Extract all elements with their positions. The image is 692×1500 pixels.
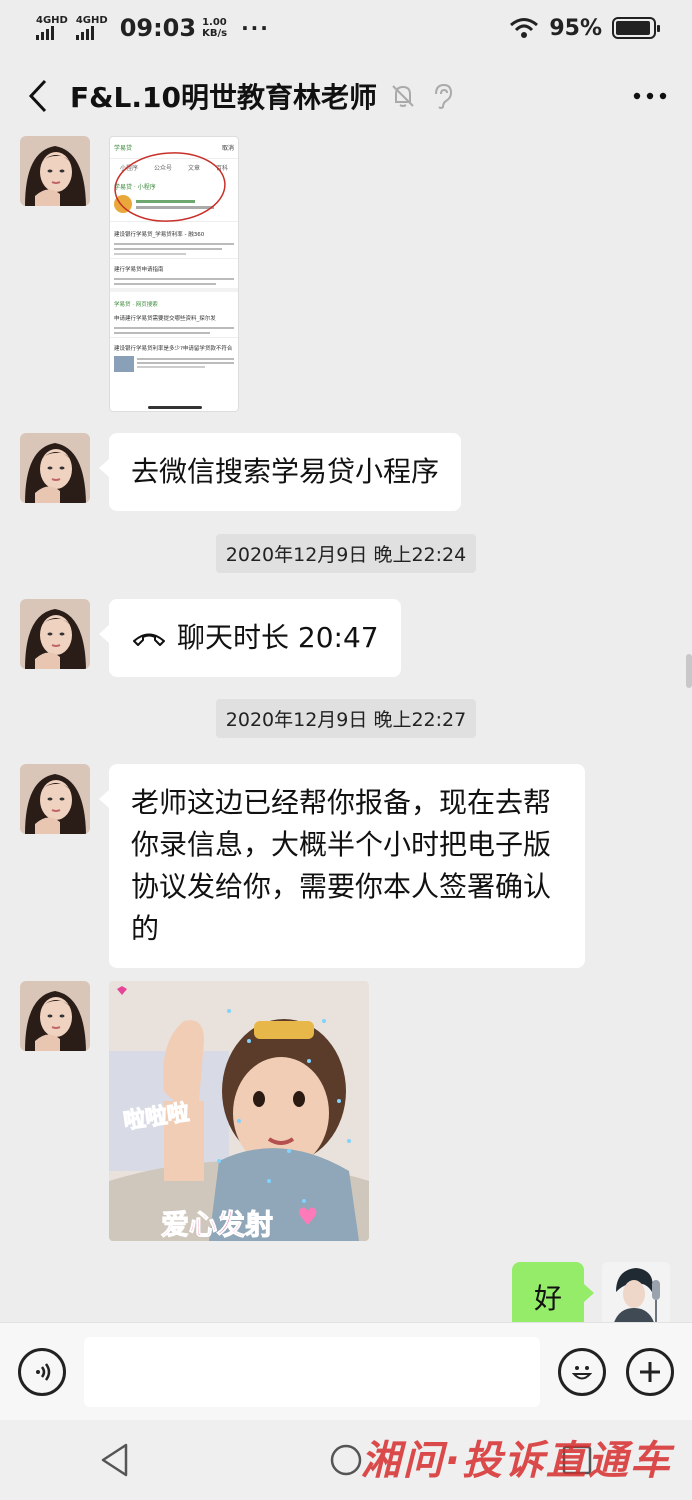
avatar[interactable] [20, 599, 90, 669]
clock: 09:03 [119, 14, 197, 42]
my-message-bubble[interactable]: 好 [511, 1262, 595, 1322]
status-bar: 4GHD 4GHD 09:03 1.00 KB/s ··· 95% [0, 0, 692, 56]
battery-icon [612, 17, 660, 39]
mute-bell-icon [389, 82, 417, 110]
battery-percent: 95% [549, 15, 602, 41]
message-line: 老师这边已经帮你报备，现在去帮 [131, 786, 552, 819]
heart-icon: ♥ [297, 1203, 319, 1231]
timestamp: 2020年12月9日 晚上22:27 [0, 699, 692, 738]
timestamp-text: 2020年12月9日 晚上22:27 [215, 699, 477, 738]
nav-recent-icon[interactable] [547, 1430, 607, 1490]
signal-label: 4GHD [75, 15, 108, 26]
signal-bars-icon [36, 26, 54, 40]
my-avatar[interactable] [602, 1262, 670, 1322]
screenshot-image[interactable]: 学易贷 取消 小程序 公众号 文章 百科 学易贷 · 小程序 建设银行学易贷_学… [109, 136, 239, 412]
message-text: 去微信搜索学易贷小程序 [131, 455, 440, 488]
timestamp-text: 2020年12月9日 晚上22:24 [215, 534, 477, 573]
plus-icon[interactable] [626, 1347, 674, 1396]
red-circle-annotation [114, 152, 226, 222]
speed-value: 1.00 [202, 17, 227, 28]
call-duration-text: 聊天时长 20:47 [177, 621, 379, 654]
message-line: 你录信息，大概半个小时把电子版 [131, 828, 552, 861]
phone-hangup-icon [133, 633, 165, 646]
chat-title: F&L.10明世教育林老师 [70, 81, 377, 114]
chat-header: F&L.10明世教育林老师 [0, 56, 692, 136]
emoji-icon[interactable] [558, 1347, 606, 1396]
call-bubble[interactable]: 聊天时长 20:47 [99, 599, 401, 677]
message-bubble[interactable]: 去微信搜索学易贷小程序 [98, 433, 462, 511]
wifi-icon [510, 18, 539, 38]
sticker-caption: 爱心发射 [160, 1208, 274, 1242]
signal-indicator-2: 4GHD [75, 15, 108, 40]
ear-icon [429, 82, 457, 110]
input-bar [0, 1322, 692, 1420]
voice-icon[interactable] [18, 1347, 66, 1396]
message-bubble[interactable]: 老师这边已经帮你报备，现在去帮 你录信息，大概半个小时把电子版 协议发给你，需要… [99, 764, 585, 968]
battery-fill [616, 21, 651, 35]
avatar[interactable] [20, 764, 90, 834]
signal-indicator-1: 4GHD [36, 16, 68, 40]
speed-unit: KB/s [202, 28, 228, 39]
back-icon[interactable] [22, 76, 54, 116]
message-line: 协议发给你，需要你本人签署确认 [131, 870, 552, 903]
nav-back-icon[interactable] [85, 1430, 145, 1490]
message-text: 好 [533, 1282, 562, 1315]
more-icon[interactable] [630, 76, 670, 116]
signal-label: 4GHD [36, 15, 68, 26]
sticker-image[interactable]: 啦啦啦 爱心发射 ♥ [109, 981, 369, 1241]
avatar[interactable] [20, 136, 90, 206]
message-line: 的 [131, 912, 160, 945]
scrollbar[interactable] [686, 654, 692, 688]
signal-bars-icon [75, 26, 94, 40]
system-nav-bar [0, 1420, 692, 1500]
avatar[interactable] [20, 981, 90, 1051]
nav-home-icon[interactable] [316, 1430, 376, 1490]
message-input[interactable] [84, 1336, 540, 1407]
avatar[interactable] [20, 433, 90, 503]
status-more: ··· [241, 16, 270, 40]
timestamp: 2020年12月9日 晚上22:24 [0, 534, 692, 573]
chat-area[interactable]: 学易贷 取消 小程序 公众号 文章 百科 学易贷 · 小程序 建设银行学易贷_学… [0, 136, 692, 1322]
network-speed: 1.00 KB/s [202, 17, 227, 39]
